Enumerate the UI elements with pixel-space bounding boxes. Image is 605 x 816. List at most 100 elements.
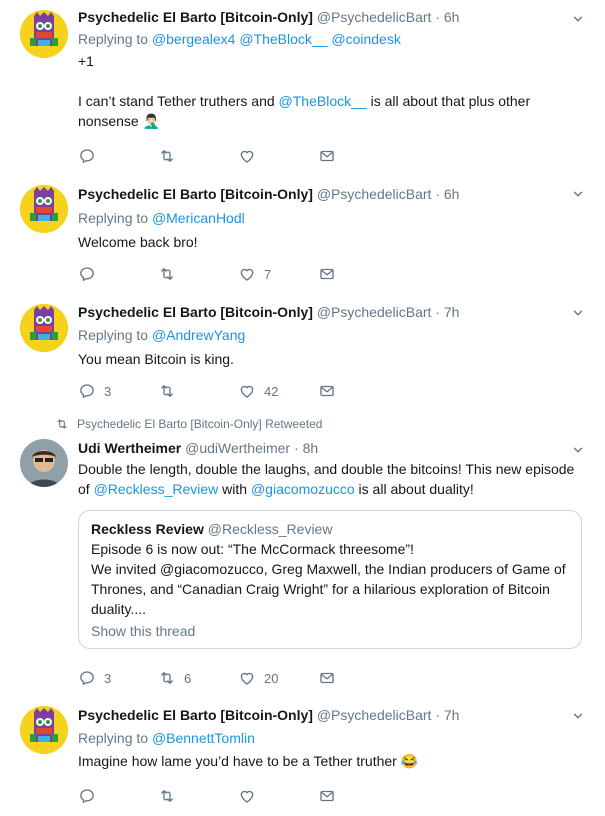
retweet-button[interactable] (158, 147, 238, 165)
heart-icon (238, 265, 256, 283)
mention-link[interactable]: @giacomozucco (251, 481, 355, 497)
tweet-text: +1 I can’t stand Tether truthers and @Th… (78, 53, 531, 129)
envelope-icon (318, 265, 336, 283)
mention-link[interactable]: @BennettTomlin (152, 730, 255, 746)
reply-icon (78, 265, 96, 283)
reply-icon (78, 669, 96, 687)
reply-icon (78, 382, 96, 400)
timestamp[interactable]: 6h (444, 9, 460, 25)
tweet-1[interactable]: Psychedelic El Barto [Bitcoin-Only] @Psy… (0, 0, 605, 176)
tweet-actions (78, 786, 398, 806)
heart-icon (238, 147, 256, 165)
display-name[interactable]: Psychedelic El Barto [Bitcoin-Only] (78, 186, 313, 202)
reply-button[interactable] (78, 265, 158, 283)
tweet-text: You mean Bitcoin is king. (78, 351, 234, 367)
quoted-tweet-text: Episode 6 is now out: “The McCormack thr… (91, 541, 566, 617)
retweet-button[interactable] (158, 382, 238, 400)
timestamp[interactable]: 7h (444, 304, 460, 320)
user-handle[interactable]: @PsychedelicBart (317, 304, 432, 320)
tweet-3[interactable]: Psychedelic El Barto [Bitcoin-Only] @Psy… (0, 292, 605, 410)
quoted-tweet-header: Reckless Review @Reckless_Review (91, 521, 569, 537)
retweet-button[interactable] (158, 787, 238, 805)
user-handle[interactable]: @PsychedelicBart (317, 186, 432, 202)
tweet-actions: 7 (78, 264, 398, 284)
avatar-image (20, 185, 68, 233)
reply-button[interactable] (78, 787, 158, 805)
tweet-2[interactable]: Psychedelic El Barto [Bitcoin-Only] @Psy… (0, 175, 605, 293)
display-name[interactable]: Psychedelic El Barto [Bitcoin-Only] (78, 304, 313, 320)
direct-message-button[interactable] (318, 265, 398, 283)
reply-icon (78, 147, 96, 165)
tweet-actions: 3 42 (78, 381, 398, 401)
avatar[interactable] (20, 706, 68, 754)
mention-link[interactable]: @coindesk (331, 31, 400, 47)
tweet-header: Psychedelic El Barto [Bitcoin-Only] @Psy… (78, 304, 460, 320)
direct-message-button[interactable] (318, 787, 398, 805)
show-thread-link[interactable]: Show this thread (91, 621, 569, 641)
retweet-icon (158, 147, 176, 165)
reply-button[interactable]: 3 (78, 382, 158, 400)
heart-icon (238, 382, 256, 400)
direct-message-button[interactable] (318, 382, 398, 400)
envelope-icon (318, 147, 336, 165)
reply-icon (78, 787, 96, 805)
tweet-text: Welcome back bro! (78, 234, 198, 250)
timestamp[interactable]: 8h (303, 440, 319, 456)
retweet-icon (55, 417, 69, 431)
tweet-text: Double the length, double the laughs, an… (78, 461, 575, 497)
tweet-4[interactable]: Psychedelic El Barto [Bitcoin-Only] Retw… (0, 409, 605, 697)
quoted-display-name: Reckless Review (91, 521, 204, 537)
mention-link[interactable]: @Reckless_Review (94, 481, 219, 497)
mention-link[interactable]: @bergealex4 (152, 31, 236, 47)
display-name[interactable]: Udi Wertheimer (78, 440, 181, 456)
retweet-icon (158, 669, 176, 687)
facepalm-emoji: 🤦🏻‍♂️ (142, 113, 161, 129)
tweet-header: Psychedelic El Barto [Bitcoin-Only] @Psy… (78, 186, 460, 202)
mention-link[interactable]: @AndrewYang (152, 327, 245, 343)
reply-button[interactable]: 3 (78, 669, 158, 687)
retweet-button[interactable] (158, 265, 238, 283)
tweet-5[interactable]: Psychedelic El Barto [Bitcoin-Only] @Psy… (0, 696, 605, 816)
like-button[interactable] (238, 787, 318, 805)
retweet-icon (158, 265, 176, 283)
like-button[interactable]: 42 (238, 382, 318, 400)
laughing-emoji: 😂 (400, 753, 419, 769)
timestamp[interactable]: 7h (444, 707, 460, 723)
like-button[interactable]: 20 (238, 669, 318, 687)
user-handle[interactable]: @PsychedelicBart (317, 9, 432, 25)
user-handle[interactable]: @PsychedelicBart (317, 707, 432, 723)
display-name[interactable]: Psychedelic El Barto [Bitcoin-Only] (78, 707, 313, 723)
avatar[interactable] (20, 10, 68, 58)
avatar[interactable] (20, 439, 68, 487)
like-button[interactable] (238, 147, 318, 165)
heart-icon (238, 669, 256, 687)
heart-icon (238, 787, 256, 805)
quoted-tweet[interactable]: Reckless Review @Reckless_Review Episode… (78, 510, 582, 649)
retweet-icon (158, 382, 176, 400)
avatar-photo (20, 439, 68, 487)
display-name[interactable]: Psychedelic El Barto [Bitcoin-Only] (78, 9, 313, 25)
timestamp[interactable]: 6h (444, 186, 460, 202)
direct-message-button[interactable] (318, 669, 398, 687)
avatar[interactable] (20, 185, 68, 233)
retweet-button[interactable]: 6 (158, 669, 238, 687)
retweet-icon (158, 787, 176, 805)
direct-message-button[interactable] (318, 147, 398, 165)
envelope-icon (318, 382, 336, 400)
envelope-icon (318, 787, 336, 805)
avatar[interactable] (20, 304, 68, 352)
avatar-image (20, 706, 68, 754)
avatar-image (20, 10, 68, 58)
mention-link[interactable]: @MericanHodl (152, 210, 245, 226)
envelope-icon (318, 669, 336, 687)
mention-link[interactable]: @TheBlock__ (279, 93, 367, 109)
tweet-actions (78, 146, 398, 166)
tweet-text: Imagine how lame you’d have to be a Teth… (78, 753, 419, 769)
reply-button[interactable] (78, 147, 158, 165)
replying-to: Replying to @bergealex4 @TheBlock__ @coi… (78, 31, 401, 47)
mention-link[interactable]: @TheBlock__ (239, 31, 327, 47)
tweet-header: Psychedelic El Barto [Bitcoin-Only] @Psy… (78, 707, 460, 723)
quoted-user-handle: @Reckless_Review (207, 521, 333, 537)
user-handle[interactable]: @udiWertheimer (185, 440, 290, 456)
like-button[interactable]: 7 (238, 265, 318, 283)
